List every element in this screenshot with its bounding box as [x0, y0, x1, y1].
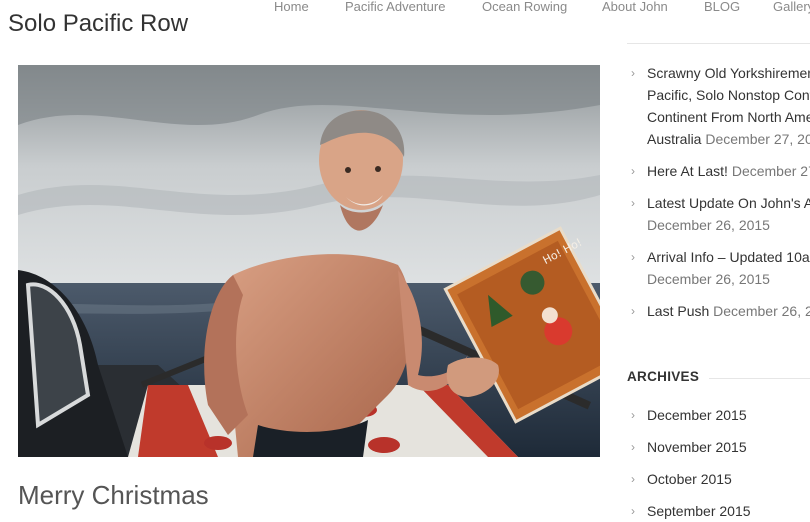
post-photo-illustration: Ho! Ho! — [18, 65, 600, 457]
nav-pacific-adventure[interactable]: Pacific Adventure — [345, 0, 445, 14]
nav-home[interactable]: Home — [274, 0, 309, 14]
archive-link-october-2015[interactable]: October 2015 — [647, 471, 732, 487]
chevron-right-icon: › — [631, 196, 635, 210]
sidebar-divider — [627, 43, 810, 44]
sidebar: › Scrawny Old Yorkshiremen Rows Pacific,… — [627, 0, 810, 522]
chevron-right-icon: › — [631, 408, 635, 422]
chevron-right-icon: › — [631, 440, 635, 454]
post-featured-image[interactable]: Ho! Ho! — [18, 65, 600, 457]
recent-post-link[interactable]: Here At Last! — [647, 163, 728, 179]
chevron-right-icon: › — [631, 250, 635, 264]
recent-post-link[interactable]: Last Push — [647, 303, 709, 319]
archive-link-december-2015[interactable]: December 2015 — [647, 407, 747, 423]
recent-post-date: December 26, 2015 — [647, 217, 770, 233]
recent-post-2[interactable]: Here At Last! December 27, 2015 — [647, 160, 810, 182]
recent-post-3[interactable]: Latest Update On John's Arrival December… — [647, 192, 810, 236]
recent-post-date: December 27, 2015 — [705, 131, 810, 147]
chevron-right-icon: › — [631, 164, 635, 178]
recent-post-5[interactable]: Last Push December 26, 2015 — [647, 300, 810, 322]
chevron-right-icon: › — [631, 304, 635, 318]
recent-post-link[interactable]: Latest Update On John's Arrival — [647, 195, 810, 211]
post-title[interactable]: Merry Christmas — [18, 480, 209, 511]
recent-post-date: December 26, 2015 — [647, 271, 770, 287]
archive-link-september-2015[interactable]: September 2015 — [647, 503, 751, 519]
recent-post-4[interactable]: Arrival Info – Updated 10am December 26,… — [647, 246, 810, 290]
chevron-right-icon: › — [631, 472, 635, 486]
archive-link-november-2015[interactable]: November 2015 — [647, 439, 747, 455]
chevron-right-icon: › — [631, 66, 635, 80]
recent-post-line: Continent From North America to — [647, 109, 810, 125]
nav-ocean-rowing[interactable]: Ocean Rowing — [482, 0, 567, 14]
recent-post-line: Scrawny Old Yorkshiremen Rows — [647, 65, 810, 81]
chevron-right-icon: › — [631, 504, 635, 518]
recent-post-1[interactable]: Scrawny Old Yorkshiremen Rows Pacific, S… — [647, 62, 810, 150]
archives-heading-rule — [709, 378, 810, 379]
recent-post-date: December 27, 2015 — [731, 163, 810, 179]
recent-post-line: Pacific, Solo Nonstop Continent — [647, 87, 810, 103]
recent-post-date: December 26, 2015 — [713, 303, 810, 319]
recent-post-link[interactable]: Arrival Info – Updated 10am — [647, 249, 810, 265]
archives-heading: ARCHIVES — [627, 369, 700, 384]
recent-post-line: Australia — [647, 131, 702, 147]
site-title[interactable]: Solo Pacific Row — [8, 10, 188, 38]
